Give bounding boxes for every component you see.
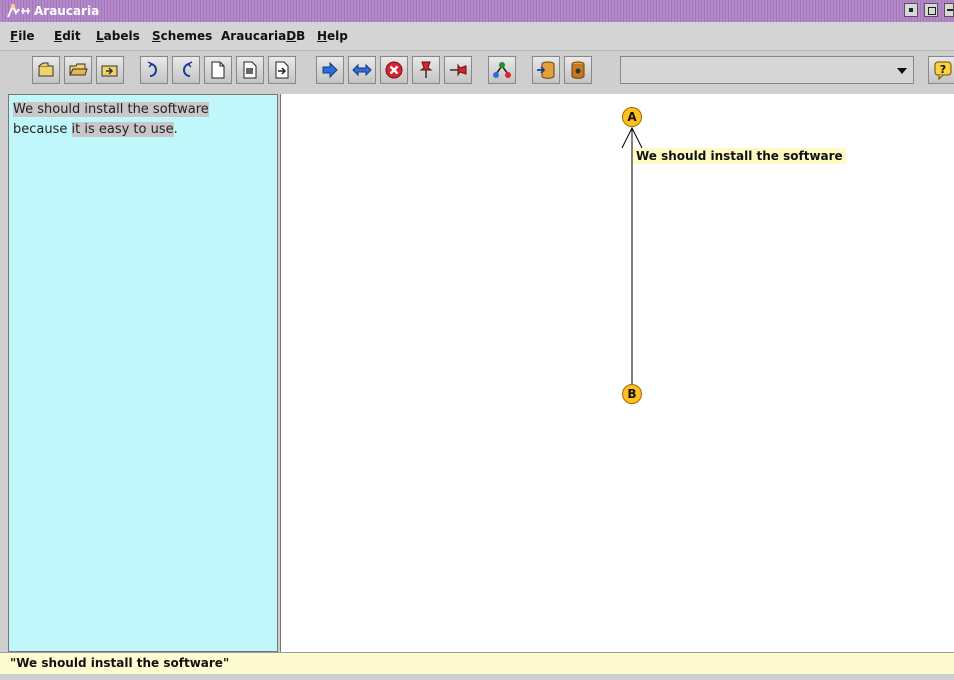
premise-highlight[interactable]: it is easy to use [71, 122, 174, 137]
unpin-icon[interactable] [444, 56, 472, 84]
node-b[interactable]: B [622, 384, 642, 404]
menu-bar: File Edit Labels Schemes AraucariaDB Hel… [0, 22, 954, 51]
node-a[interactable]: A [622, 107, 642, 127]
window-controls [902, 3, 954, 19]
open-folder-icon[interactable] [64, 56, 92, 84]
source-text-line-1: We should install the software [13, 100, 273, 120]
araucaria-app-icon [7, 3, 30, 18]
swap-arrows-icon[interactable] [348, 56, 376, 84]
database-icon[interactable] [564, 56, 592, 84]
scheme-dropdown[interactable] [620, 56, 914, 84]
database-save-icon[interactable] [532, 56, 560, 84]
argument-diagram-canvas[interactable]: A We should install the software B [280, 94, 954, 652]
maximize-icon[interactable] [923, 3, 938, 17]
menu-edit[interactable]: Edit [54, 29, 81, 43]
toolbar: ? [8, 52, 954, 90]
new-document-icon[interactable] [204, 56, 232, 84]
node-a-label: We should install the software [633, 148, 846, 164]
chevron-down-icon [897, 68, 907, 74]
source-text-panel[interactable]: We should install the software because i… [8, 94, 278, 652]
menu-file[interactable]: File [10, 29, 35, 43]
window-title: Araucaria [34, 4, 100, 18]
menu-help[interactable]: Help [317, 29, 348, 43]
diagram-svg [621, 126, 643, 384]
minimize-icon[interactable] [903, 3, 918, 17]
import-icon[interactable] [96, 56, 124, 84]
tree-icon[interactable] [488, 56, 516, 84]
delete-icon[interactable] [380, 56, 408, 84]
undo-icon[interactable] [140, 56, 168, 84]
pin-icon[interactable] [412, 56, 440, 84]
open-file-icon[interactable] [32, 56, 60, 84]
menu-labels[interactable]: Labels [96, 29, 140, 43]
window-bottom-edge [0, 674, 954, 680]
help-icon[interactable]: ? [928, 56, 954, 84]
close-icon[interactable] [944, 3, 954, 17]
menu-araucariadb[interactable]: AraucariaDB [221, 29, 305, 43]
link-arrow-icon[interactable] [316, 56, 344, 84]
svg-text:?: ? [940, 63, 946, 76]
menu-schemes[interactable]: Schemes [152, 29, 212, 43]
export-icon[interactable] [268, 56, 296, 84]
claim-highlight[interactable]: We should install the software [13, 102, 209, 117]
source-text-line-2: because it is easy to use. [13, 122, 178, 137]
document-text-icon[interactable] [236, 56, 264, 84]
title-bar: Araucaria [0, 0, 954, 22]
redo-icon[interactable] [172, 56, 200, 84]
status-bar: "We should install the software" [0, 652, 954, 674]
